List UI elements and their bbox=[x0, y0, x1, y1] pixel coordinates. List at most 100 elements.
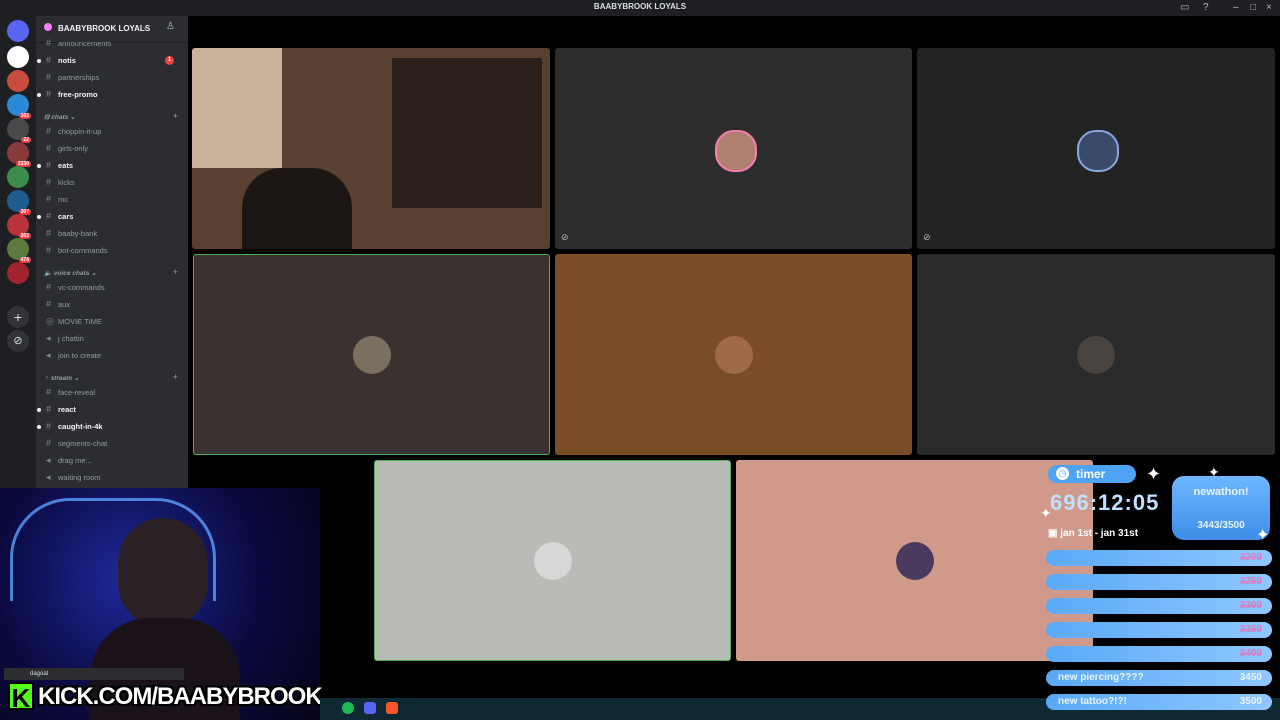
channel-label: notis bbox=[58, 56, 76, 65]
calendar-icon: ▣ bbox=[1048, 528, 1058, 539]
video-tile[interactable] bbox=[736, 460, 1093, 661]
goal-row: 3300 bbox=[1046, 598, 1272, 614]
server-icon[interactable]: 102 bbox=[7, 94, 31, 119]
category-voice-chats[interactable]: 🔈 voice chats ⌄ bbox=[44, 269, 97, 277]
muted-icon: ⊘ bbox=[923, 232, 931, 242]
add-channel-icon[interactable]: + bbox=[173, 111, 178, 121]
spotify-icon[interactable] bbox=[342, 702, 354, 714]
category-label: voice chats bbox=[53, 270, 90, 277]
hash-icon: # bbox=[46, 438, 52, 448]
channel-label: free-promo bbox=[58, 90, 98, 99]
goal-value: 3400 bbox=[1239, 648, 1262, 659]
channel-waiting-room[interactable]: ◂ waiting room bbox=[44, 470, 180, 486]
server-icon[interactable]: 307 bbox=[7, 190, 31, 215]
goal-value: 3300 bbox=[1239, 600, 1262, 611]
chevron-down-icon[interactable]: ⌄ bbox=[142, 23, 148, 31]
unread-dot bbox=[37, 215, 41, 219]
minimize-icon[interactable]: – bbox=[1233, 2, 1239, 13]
server-name: BAABYBROOK LOYALS bbox=[58, 24, 151, 33]
channel-label: kicks bbox=[58, 178, 75, 187]
channel-free-promo[interactable]: # free-promo bbox=[37, 87, 180, 103]
close-icon[interactable]: × bbox=[1266, 2, 1272, 13]
video-tile[interactable]: ⊘ bbox=[917, 48, 1275, 249]
date-range: ▣ jan 1st - jan 31st bbox=[1048, 528, 1138, 539]
video-tile-speaking[interactable] bbox=[374, 460, 731, 661]
channel-baaby-bank[interactable]: # baaby-bank bbox=[44, 226, 180, 242]
channel-bot-commands[interactable]: # bot-commands bbox=[44, 243, 180, 259]
server-icon[interactable]: 22 bbox=[7, 118, 31, 143]
channel-label: segments-chat bbox=[58, 439, 108, 448]
channel-girls-only[interactable]: # girls-only bbox=[44, 141, 180, 157]
channel-movie-time[interactable]: ◎ MOVIE TIME bbox=[44, 314, 180, 330]
date-range-text: jan 1st - jan 31st bbox=[1060, 528, 1139, 539]
category-chats[interactable]: ⊟ chats ⌄ bbox=[44, 113, 76, 121]
server-icon[interactable] bbox=[7, 70, 29, 92]
discord-icon[interactable] bbox=[364, 702, 376, 714]
person bbox=[118, 518, 208, 628]
video-tile-speaking[interactable] bbox=[193, 254, 550, 455]
user-avatar bbox=[714, 335, 753, 374]
inbox-icon[interactable]: ▭ bbox=[1180, 2, 1189, 13]
channel-caught-in-4k[interactable]: # caught-in-4k bbox=[37, 419, 180, 435]
hash-icon: # bbox=[46, 89, 52, 99]
user-avatar bbox=[714, 129, 757, 172]
channel-eats[interactable]: # eats bbox=[37, 158, 180, 174]
add-channel-icon[interactable]: + bbox=[173, 372, 178, 382]
title-bar: BAABYBROOK LOYALS ▭ ? – □ × bbox=[0, 0, 1280, 16]
direct-messages-icon[interactable] bbox=[7, 20, 29, 42]
goal-row: 3200 bbox=[1046, 550, 1272, 566]
channel-vc-commands[interactable]: # vc-commands bbox=[44, 280, 180, 296]
server-icon[interactable]: 478 bbox=[7, 238, 31, 263]
add-server-icon[interactable]: + bbox=[7, 306, 29, 328]
channel-j-chattin[interactable]: ◂ j chattin bbox=[44, 331, 180, 347]
channel-announcements[interactable]: # announcements bbox=[44, 36, 180, 52]
clock-icon: ◷ bbox=[1056, 467, 1069, 480]
server-icon[interactable]: 2330 bbox=[7, 142, 31, 167]
video-tile-camera[interactable] bbox=[192, 48, 550, 249]
channel-mc[interactable]: # mc bbox=[44, 192, 180, 208]
video-tile[interactable] bbox=[917, 254, 1275, 455]
add-channel-icon[interactable]: + bbox=[173, 267, 178, 277]
channel-drag-me[interactable]: ◂ drag me... bbox=[44, 453, 180, 469]
hash-icon: # bbox=[46, 177, 52, 187]
maximize-icon[interactable]: □ bbox=[1250, 2, 1256, 13]
channel-partnerships[interactable]: # partnerships bbox=[44, 70, 180, 86]
channel-label: announcements bbox=[58, 39, 112, 48]
goal-value: 3250 bbox=[1239, 576, 1262, 587]
brave-icon[interactable] bbox=[386, 702, 398, 714]
help-icon[interactable]: ? bbox=[1203, 2, 1209, 13]
discover-icon[interactable]: ⊘ bbox=[7, 330, 29, 352]
timer-label: timer bbox=[1076, 467, 1106, 481]
speaker-icon: ◂ bbox=[46, 455, 51, 465]
channel-face-reveal[interactable]: # face-reveal bbox=[44, 385, 180, 401]
channel-choppin-it-up[interactable]: # choppin-it-up bbox=[44, 124, 180, 140]
mention-badge: 1 bbox=[165, 56, 174, 65]
channel-join-to-create[interactable]: ◂ join to create bbox=[44, 348, 180, 364]
channel-cars[interactable]: # cars bbox=[37, 209, 180, 225]
channel-segments-chat[interactable]: # segments-chat bbox=[44, 436, 180, 452]
channel-label: waiting room bbox=[58, 473, 101, 482]
server-icon-active[interactable] bbox=[7, 46, 29, 68]
channel-label: girls-only bbox=[58, 144, 89, 153]
category-stream[interactable]: ♀ stream ⌄ bbox=[44, 374, 79, 382]
window-blinds bbox=[192, 48, 282, 168]
server-icon[interactable] bbox=[7, 262, 29, 284]
video-tile[interactable] bbox=[555, 254, 912, 455]
server-icon[interactable]: 262 bbox=[7, 214, 31, 239]
channel-label: drag me... bbox=[58, 456, 92, 465]
hash-icon: # bbox=[46, 160, 52, 170]
channel-react[interactable]: # react bbox=[37, 402, 180, 418]
channel-label: baaby-bank bbox=[58, 229, 98, 238]
server-icon[interactable] bbox=[7, 166, 29, 188]
channel-kicks[interactable]: # kicks bbox=[44, 175, 180, 191]
goal-value: 3450 bbox=[1239, 672, 1262, 683]
channel-aux[interactable]: # aux bbox=[44, 297, 180, 313]
goal-value: 3500 bbox=[1239, 696, 1262, 707]
user-panel[interactable]: dagoat bbox=[4, 668, 184, 680]
channel-notis[interactable]: # notis 1 bbox=[37, 53, 180, 69]
channel-label: bot-commands bbox=[58, 246, 108, 255]
video-tile[interactable]: ⊘ bbox=[555, 48, 912, 249]
hash-icon: # bbox=[46, 38, 52, 48]
add-member-icon[interactable]: ♙ bbox=[166, 21, 175, 32]
kick-url: KICK.COM/BAABYBROOK bbox=[38, 683, 323, 710]
